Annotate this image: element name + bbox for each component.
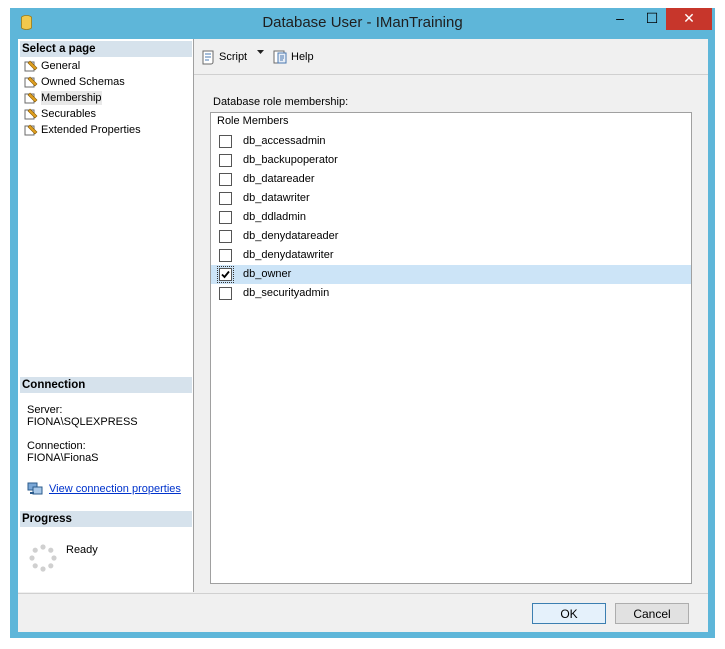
role-checkbox[interactable] (219, 154, 232, 167)
dialog-content: Select a page General Owned Schemas Member… (18, 39, 708, 632)
role-members-header: Role Members (217, 115, 289, 127)
role-name: db_denydatawriter (243, 249, 334, 261)
role-row-db-denydatawriter[interactable]: db_denydatawriter (211, 246, 691, 265)
page-item-securables[interactable]: Securables (24, 107, 96, 121)
role-name: db_owner (243, 268, 292, 280)
select-page-header: Select a page (20, 41, 192, 57)
help-icon (273, 50, 287, 64)
page-item-label: Owned Schemas (41, 76, 125, 88)
server-value: FIONA\SQLEXPRESS (27, 416, 138, 428)
toolbar: Script Help (194, 39, 708, 75)
spinner-icon (29, 544, 57, 572)
role-row-db-owner[interactable]: db_owner (211, 265, 691, 284)
page-item-label: General (41, 60, 81, 72)
role-checkbox[interactable] (217, 266, 234, 283)
script-button[interactable]: Script (200, 49, 247, 65)
dialog-window: Database User - IManTraining – ☐ ✕ Selec… (10, 8, 715, 638)
script-icon (202, 50, 214, 65)
role-checkbox[interactable] (219, 249, 232, 262)
cancel-button[interactable]: Cancel (615, 603, 689, 624)
role-name: db_securityadmin (243, 287, 330, 299)
script-dropdown[interactable] (256, 49, 265, 55)
role-row-db-securityadmin[interactable]: db_securityadmin (211, 284, 691, 303)
chevron-down-icon (257, 50, 264, 54)
role-name: db_accessadmin (243, 135, 326, 147)
role-row-db-backupoperator[interactable]: db_backupoperator (211, 151, 691, 170)
role-row-db-ddladmin[interactable]: db_ddladmin (211, 208, 691, 227)
help-button[interactable]: Help (272, 49, 314, 65)
connection-value: FIONA\FionaS (27, 452, 99, 464)
role-members-grid: Role Members db_accessadmin db_backupoper… (210, 112, 692, 584)
page-item-owned-schemas[interactable]: Owned Schemas (24, 75, 125, 89)
role-row-db-accessadmin[interactable]: db_accessadmin (211, 132, 691, 151)
button-bar: OK Cancel (18, 593, 708, 632)
page-item-label: Extended Properties (41, 124, 141, 136)
page-wrench-icon (24, 92, 38, 104)
view-connection-properties[interactable]: View connection properties (27, 482, 181, 496)
page-item-label: Membership (41, 91, 102, 105)
role-name: db_denydatareader (243, 230, 339, 242)
page-wrench-icon (24, 124, 38, 136)
progress-header: Progress (20, 511, 192, 527)
role-checkbox[interactable] (219, 211, 232, 224)
role-name: db_ddladmin (243, 211, 306, 223)
role-row-db-denydatareader[interactable]: db_denydatareader (211, 227, 691, 246)
script-label: Script (219, 51, 248, 63)
role-membership-label: Database role membership: (213, 96, 349, 108)
page-item-general[interactable]: General (24, 59, 80, 73)
page-wrench-icon (24, 76, 38, 88)
role-checkbox[interactable] (219, 287, 232, 300)
page-item-label: Securables (41, 108, 97, 120)
role-row-db-datawriter[interactable]: db_datawriter (211, 189, 691, 208)
title-bar[interactable]: Database User - IManTraining – ☐ ✕ (10, 8, 715, 38)
connection-header: Connection (20, 377, 192, 393)
right-pane: Script Help Database role membership: Ro… (194, 39, 708, 592)
page-wrench-icon (24, 108, 38, 120)
page-item-membership[interactable]: Membership (24, 91, 102, 105)
role-checkbox[interactable] (219, 230, 232, 243)
role-name: db_datawriter (243, 192, 310, 204)
role-name: db_datareader (243, 173, 315, 185)
checkmark-icon (221, 270, 230, 279)
role-row-db-datareader[interactable]: db_datareader (211, 170, 691, 189)
progress-status: Ready (66, 544, 98, 556)
help-label: Help (291, 51, 314, 63)
close-button[interactable]: ✕ (666, 8, 712, 30)
view-connection-properties-link[interactable]: View connection properties (49, 483, 181, 495)
role-checkbox[interactable] (219, 173, 232, 186)
role-checkbox[interactable] (219, 192, 232, 205)
ok-button[interactable]: OK (532, 603, 606, 624)
left-pane: Select a page General Owned Schemas Member… (18, 39, 194, 592)
page-item-extended-properties[interactable]: Extended Properties (24, 123, 141, 137)
minimize-button[interactable]: – (606, 8, 634, 30)
role-checkbox[interactable] (219, 135, 232, 148)
connection-properties-icon (27, 482, 43, 495)
role-name: db_backupoperator (243, 154, 338, 166)
page-wrench-icon (24, 60, 38, 72)
maximize-button[interactable]: ☐ (638, 8, 666, 30)
